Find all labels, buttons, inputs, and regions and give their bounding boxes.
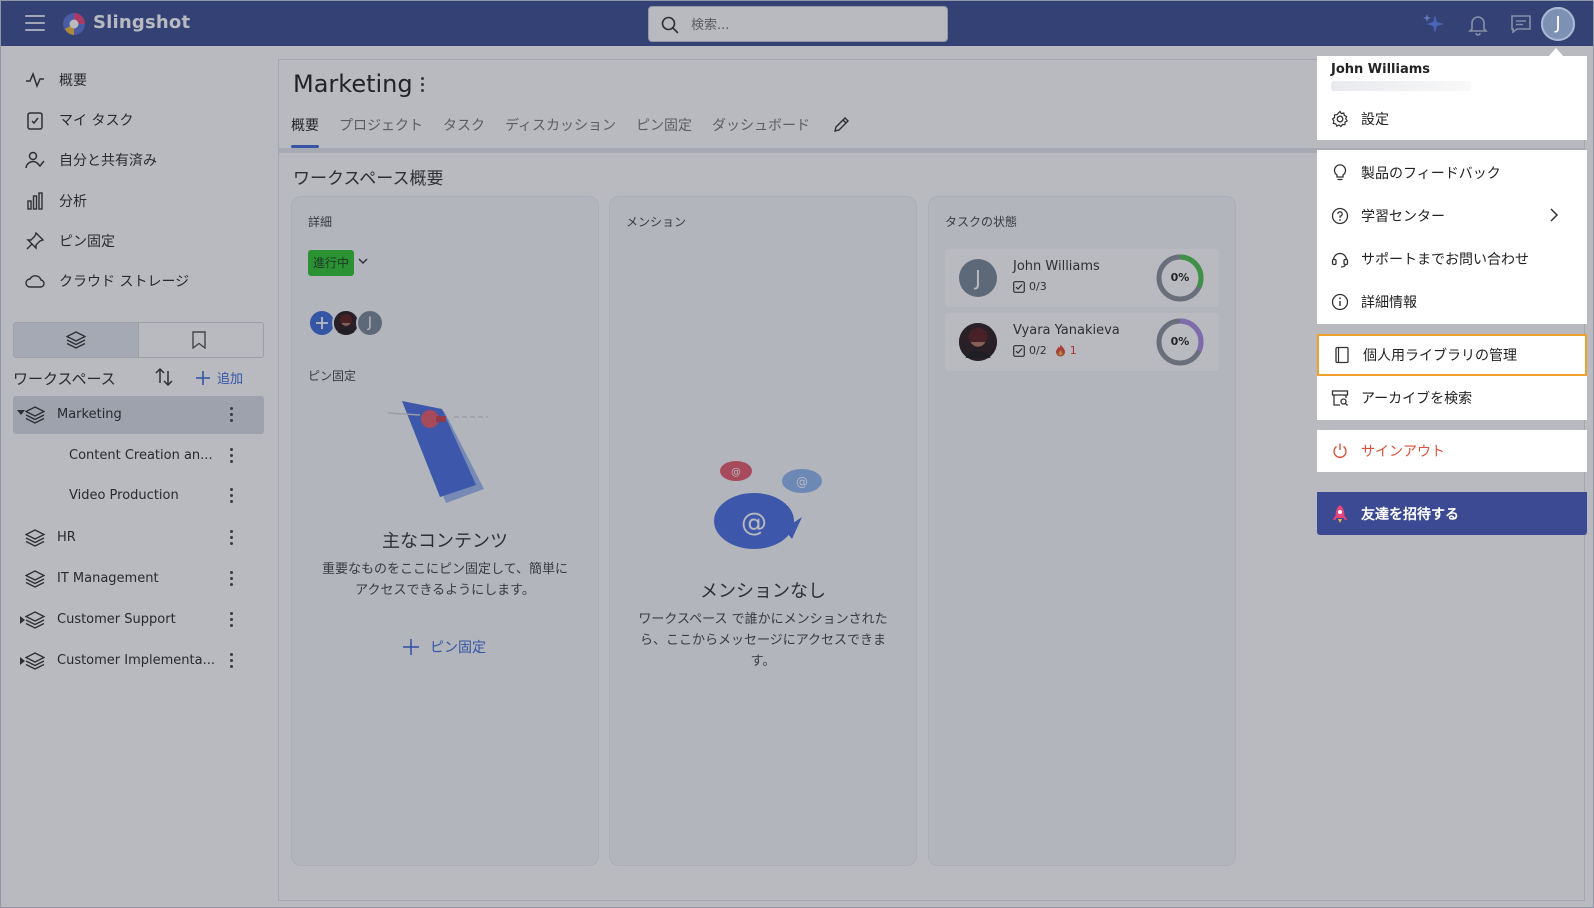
gear-icon bbox=[1331, 110, 1349, 128]
app-window: Slingshot J 概要 マイ タスク bbox=[0, 0, 1594, 908]
menu-item-label: アーカイブを検索 bbox=[1361, 391, 1473, 407]
menu-item-sign-out[interactable]: サインアウト bbox=[1317, 430, 1587, 472]
rocket-icon bbox=[1332, 504, 1348, 523]
invite-friends-label: 友達を招待する bbox=[1361, 506, 1459, 523]
menu-item-product-feedback[interactable]: 製品のフィードバック bbox=[1317, 152, 1587, 194]
menu-item-label: サインアウト bbox=[1361, 444, 1445, 460]
headset-icon bbox=[1331, 252, 1349, 268]
lightbulb-icon bbox=[1333, 164, 1347, 181]
menu-item-label: 学習センター bbox=[1361, 209, 1445, 225]
menu-group: 個人用ライブラリの管理 アーカイブを検索 bbox=[1317, 334, 1587, 420]
archive-search-icon bbox=[1331, 390, 1349, 406]
menu-group: 製品のフィードバック 学習センター サポートまでお問い合わせ 詳細情報 bbox=[1317, 150, 1587, 324]
menu-item-about[interactable]: 詳細情報 bbox=[1317, 281, 1587, 323]
menu-item-settings[interactable]: 設定 bbox=[1317, 98, 1587, 140]
user-menu: John Williams 設定 製品のフィードバック 学習センター サポートま… bbox=[1317, 56, 1587, 535]
power-icon bbox=[1333, 443, 1347, 458]
menu-item-manage-personal-library[interactable]: 個人用ライブラリの管理 bbox=[1317, 334, 1587, 376]
menu-item-search-archive[interactable]: アーカイブを検索 bbox=[1317, 377, 1587, 419]
menu-user-name: John Williams bbox=[1331, 62, 1431, 77]
info-icon bbox=[1331, 293, 1349, 311]
menu-item-label: 製品のフィードバック bbox=[1361, 166, 1501, 182]
menu-item-label: 詳細情報 bbox=[1361, 295, 1417, 311]
menu-group: サインアウト bbox=[1317, 430, 1587, 472]
menu-item-label: 設定 bbox=[1361, 112, 1389, 128]
user-avatar-button-active[interactable]: J bbox=[1541, 7, 1575, 41]
menu-user-header: John Williams bbox=[1317, 56, 1587, 98]
menu-item-label: 個人用ライブラリの管理 bbox=[1363, 348, 1517, 364]
menu-item-learning-center[interactable]: 学習センター bbox=[1317, 195, 1587, 237]
menu-user-email-redacted bbox=[1331, 81, 1471, 91]
menu-item-contact-support[interactable]: サポートまでお問い合わせ bbox=[1317, 238, 1587, 280]
menu-group: 設定 bbox=[1317, 98, 1587, 140]
invite-friends-button[interactable]: 友達を招待する bbox=[1317, 492, 1587, 535]
chevron-right-icon bbox=[1550, 208, 1559, 222]
help-circle-icon bbox=[1331, 207, 1349, 225]
menu-item-label: サポートまでお問い合わせ bbox=[1361, 252, 1529, 268]
book-icon bbox=[1335, 346, 1349, 364]
